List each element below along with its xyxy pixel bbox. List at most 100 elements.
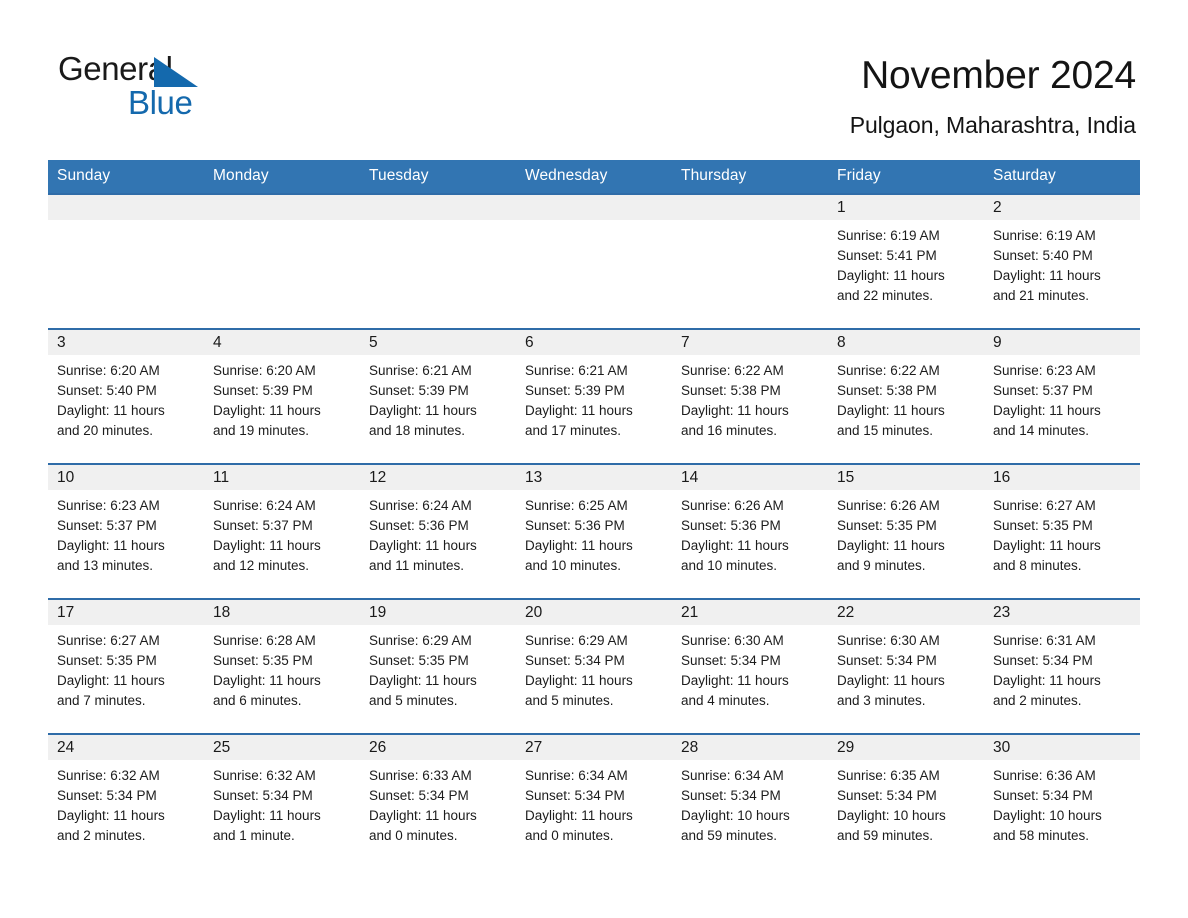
daylight-text-2: and 5 minutes. [525,692,614,708]
day-details [672,220,828,226]
day-details: Sunrise: 6:23 AM Sunset: 5:37 PM Dayligh… [48,490,204,576]
day-details: Sunrise: 6:35 AM Sunset: 5:34 PM Dayligh… [828,760,984,846]
day-cell[interactable]: 23 Sunrise: 6:31 AM Sunset: 5:34 PM Dayl… [984,599,1140,733]
day-details: Sunrise: 6:19 AM Sunset: 5:40 PM Dayligh… [984,220,1140,306]
daylight-text-2: and 6 minutes. [213,692,302,708]
sunset-text: Sunset: 5:36 PM [369,517,469,533]
weekday-tuesday: Tuesday [369,166,429,184]
sunrise-text: Sunrise: 6:23 AM [993,362,1096,378]
daylight-text-2: and 10 minutes. [525,557,622,573]
day-number: 7 [672,329,828,355]
daylight-text-2: and 0 minutes. [525,827,614,843]
week-row: 3 Sunrise: 6:20 AM Sunset: 5:40 PM Dayli… [48,327,1140,463]
calendar-page: General Blue November 2024 Pulgaon, Maha… [0,0,1188,918]
day-cell[interactable]: 9 Sunrise: 6:23 AM Sunset: 5:37 PM Dayli… [984,329,1140,463]
daylight-text-1: Daylight: 11 hours [525,807,633,823]
daylight-text-2: and 59 minutes. [681,827,778,843]
sunset-text: Sunset: 5:34 PM [525,652,625,668]
sunrise-text: Sunrise: 6:22 AM [681,362,784,378]
sunset-text: Sunset: 5:39 PM [213,382,313,398]
day-number: 1 [828,194,984,220]
daylight-text-1: Daylight: 10 hours [993,807,1102,823]
day-cell[interactable]: 27 Sunrise: 6:34 AM Sunset: 5:34 PM Dayl… [516,734,672,868]
daylight-text-1: Daylight: 11 hours [837,402,945,418]
day-cell[interactable]: 13 Sunrise: 6:25 AM Sunset: 5:36 PM Dayl… [516,464,672,598]
daylight-text-1: Daylight: 11 hours [213,672,321,688]
day-cell[interactable]: 2 Sunrise: 6:19 AM Sunset: 5:40 PM Dayli… [984,194,1140,328]
sunrise-text: Sunrise: 6:34 AM [525,767,628,783]
daylight-text-1: Daylight: 10 hours [681,807,790,823]
day-details [204,220,360,226]
day-cell[interactable] [516,194,672,328]
day-cell[interactable]: 26 Sunrise: 6:33 AM Sunset: 5:34 PM Dayl… [360,734,516,868]
sunset-text: Sunset: 5:34 PM [525,787,625,803]
sunset-text: Sunset: 5:35 PM [993,517,1093,533]
sunset-text: Sunset: 5:35 PM [837,517,937,533]
daylight-text-2: and 8 minutes. [993,557,1082,573]
daylight-text-2: and 20 minutes. [57,422,154,438]
day-cell[interactable]: 16 Sunrise: 6:27 AM Sunset: 5:35 PM Dayl… [984,464,1140,598]
day-cell[interactable]: 19 Sunrise: 6:29 AM Sunset: 5:35 PM Dayl… [360,599,516,733]
day-number: 3 [48,329,204,355]
day-number: 22 [828,599,984,625]
day-details: Sunrise: 6:34 AM Sunset: 5:34 PM Dayligh… [516,760,672,846]
daylight-text-1: Daylight: 11 hours [369,807,477,823]
day-cell[interactable]: 14 Sunrise: 6:26 AM Sunset: 5:36 PM Dayl… [672,464,828,598]
day-cell[interactable]: 4 Sunrise: 6:20 AM Sunset: 5:39 PM Dayli… [204,329,360,463]
sunset-text: Sunset: 5:35 PM [57,652,157,668]
sunset-text: Sunset: 5:37 PM [57,517,157,533]
day-cell[interactable]: 12 Sunrise: 6:24 AM Sunset: 5:36 PM Dayl… [360,464,516,598]
day-cell[interactable]: 8 Sunrise: 6:22 AM Sunset: 5:38 PM Dayli… [828,329,984,463]
day-cell[interactable]: 21 Sunrise: 6:30 AM Sunset: 5:34 PM Dayl… [672,599,828,733]
day-cell[interactable]: 18 Sunrise: 6:28 AM Sunset: 5:35 PM Dayl… [204,599,360,733]
daylight-text-1: Daylight: 11 hours [213,807,321,823]
day-number [204,194,360,220]
daylight-text-2: and 9 minutes. [837,557,926,573]
day-cell[interactable]: 15 Sunrise: 6:26 AM Sunset: 5:35 PM Dayl… [828,464,984,598]
day-details: Sunrise: 6:21 AM Sunset: 5:39 PM Dayligh… [516,355,672,441]
day-number: 20 [516,599,672,625]
day-cell[interactable]: 20 Sunrise: 6:29 AM Sunset: 5:34 PM Dayl… [516,599,672,733]
day-cell[interactable]: 11 Sunrise: 6:24 AM Sunset: 5:37 PM Dayl… [204,464,360,598]
day-cell[interactable] [360,194,516,328]
day-cell[interactable]: 17 Sunrise: 6:27 AM Sunset: 5:35 PM Dayl… [48,599,204,733]
day-cell[interactable]: 25 Sunrise: 6:32 AM Sunset: 5:34 PM Dayl… [204,734,360,868]
day-cell[interactable] [48,194,204,328]
day-cell[interactable]: 28 Sunrise: 6:34 AM Sunset: 5:34 PM Dayl… [672,734,828,868]
day-cell[interactable]: 5 Sunrise: 6:21 AM Sunset: 5:39 PM Dayli… [360,329,516,463]
day-details: Sunrise: 6:29 AM Sunset: 5:35 PM Dayligh… [360,625,516,711]
daylight-text-2: and 7 minutes. [57,692,146,708]
day-details: Sunrise: 6:27 AM Sunset: 5:35 PM Dayligh… [984,490,1140,576]
day-details: Sunrise: 6:33 AM Sunset: 5:34 PM Dayligh… [360,760,516,846]
day-cell[interactable]: 7 Sunrise: 6:22 AM Sunset: 5:38 PM Dayli… [672,329,828,463]
day-cell[interactable]: 22 Sunrise: 6:30 AM Sunset: 5:34 PM Dayl… [828,599,984,733]
daylight-text-2: and 59 minutes. [837,827,934,843]
sunrise-text: Sunrise: 6:25 AM [525,497,628,513]
day-cell[interactable]: 10 Sunrise: 6:23 AM Sunset: 5:37 PM Dayl… [48,464,204,598]
daylight-text-1: Daylight: 11 hours [993,672,1101,688]
sunrise-text: Sunrise: 6:19 AM [993,227,1096,243]
daylight-text-2: and 12 minutes. [213,557,310,573]
weekday-monday: Monday [213,166,269,184]
sunrise-text: Sunrise: 6:26 AM [681,497,784,513]
sunrise-text: Sunrise: 6:32 AM [57,767,160,783]
day-details [48,220,204,226]
day-cell[interactable]: 1 Sunrise: 6:19 AM Sunset: 5:41 PM Dayli… [828,194,984,328]
day-cell[interactable]: 6 Sunrise: 6:21 AM Sunset: 5:39 PM Dayli… [516,329,672,463]
daylight-text-2: and 4 minutes. [681,692,770,708]
sunrise-text: Sunrise: 6:26 AM [837,497,940,513]
weekday-thursday: Thursday [681,166,747,184]
triangle-icon [154,57,198,87]
day-cell[interactable] [672,194,828,328]
sunrise-text: Sunrise: 6:27 AM [57,632,160,648]
general-blue-logo[interactable]: General Blue [58,52,233,130]
day-cell[interactable] [204,194,360,328]
day-number [360,194,516,220]
day-cell[interactable]: 24 Sunrise: 6:32 AM Sunset: 5:34 PM Dayl… [48,734,204,868]
daylight-text-2: and 2 minutes. [993,692,1082,708]
day-cell[interactable]: 3 Sunrise: 6:20 AM Sunset: 5:40 PM Dayli… [48,329,204,463]
sunset-text: Sunset: 5:34 PM [681,787,781,803]
sunset-text: Sunset: 5:34 PM [369,787,469,803]
day-cell[interactable]: 30 Sunrise: 6:36 AM Sunset: 5:34 PM Dayl… [984,734,1140,868]
day-cell[interactable]: 29 Sunrise: 6:35 AM Sunset: 5:34 PM Dayl… [828,734,984,868]
